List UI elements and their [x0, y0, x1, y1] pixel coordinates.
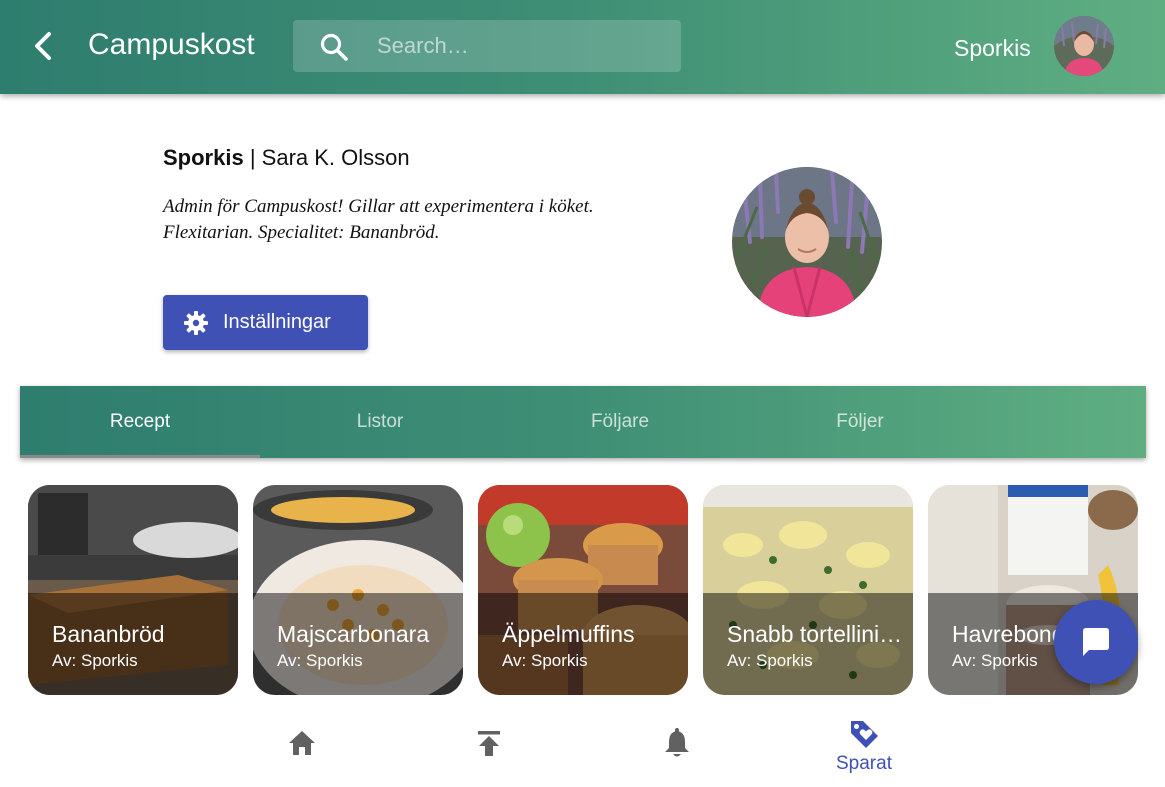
recipe-author: Av: Sporkis	[952, 651, 1038, 670]
recipe-title: Snabb tortellinigratäng	[727, 621, 907, 647]
profile-name: Sporkis | Sara K. Olsson	[163, 145, 410, 171]
search-bar[interactable]	[293, 20, 681, 72]
recipe-author: Av: Sporkis	[277, 651, 363, 670]
profile-tabs: Recept Listor Följare Följer	[20, 386, 1146, 458]
profile-photo-image	[732, 167, 882, 317]
search-icon	[320, 33, 348, 61]
settings-button-label: Inställningar	[223, 311, 331, 333]
tag-heart-icon	[851, 721, 878, 748]
arrow-back-icon	[35, 32, 51, 60]
chat-fab-button[interactable]	[1054, 600, 1138, 684]
recipe-card[interactable]: Bananbröd Av: Sporkis	[28, 485, 238, 695]
search-input[interactable]	[377, 28, 667, 64]
upload-icon	[478, 731, 500, 756]
profile-full-name: Sara K. Olsson	[261, 145, 410, 170]
tab-foljare[interactable]: Följare	[500, 386, 740, 458]
recipe-author: Av: Sporkis	[727, 651, 813, 670]
tab-label: Följer	[836, 411, 884, 432]
home-icon	[289, 731, 315, 755]
recipe-author: Av: Sporkis	[502, 651, 588, 670]
header-avatar[interactable]	[1054, 16, 1114, 76]
profile-separator: |	[243, 145, 262, 170]
bottom-nav-saved-label: Sparat	[836, 753, 892, 774]
recipe-card[interactable]: Äppelmuffins Av: Sporkis	[478, 485, 688, 695]
avatar-photo	[1054, 16, 1114, 76]
tab-listor[interactable]: Listor	[260, 386, 500, 458]
tab-label: Recept	[109, 411, 171, 432]
tab-foljer[interactable]: Följer	[740, 386, 980, 458]
tab-active-indicator	[20, 455, 260, 458]
bottom-nav-home[interactable]	[242, 712, 362, 782]
back-button[interactable]	[22, 22, 66, 70]
recipe-title: Majscarbonara	[277, 621, 430, 647]
profile-bio: Admin för Campuskost! Gillar att experim…	[163, 196, 594, 243]
gear-icon	[184, 310, 208, 335]
profile-username: Sporkis	[163, 145, 244, 170]
bell-icon	[665, 728, 689, 757]
settings-button[interactable]: Inställningar	[163, 295, 368, 350]
header-user-name[interactable]: Sporkis	[954, 35, 1031, 62]
recipe-title: Äppelmuffins	[502, 621, 635, 647]
tab-label: Listor	[356, 411, 404, 432]
recipe-card[interactable]: Snabb tortellinigratäng Av: Sporkis	[703, 485, 913, 695]
chat-icon	[1083, 628, 1109, 656]
app-title: Campuskost	[88, 28, 255, 61]
app-bar: Campuskost Sporkis	[0, 0, 1165, 94]
profile-photo	[732, 167, 882, 317]
recipe-author: Av: Sporkis	[52, 651, 138, 670]
bottom-nav-notifications[interactable]	[617, 712, 737, 782]
recipe-title: Bananbröd	[52, 621, 165, 647]
bottom-nav-upload[interactable]	[429, 712, 549, 782]
tab-recept[interactable]: Recept	[20, 386, 260, 458]
recipe-card[interactable]: Majscarbonara Av: Sporkis	[253, 485, 463, 695]
tab-label: Följare	[590, 411, 650, 432]
bottom-nav-saved[interactable]: Sparat	[804, 712, 924, 782]
